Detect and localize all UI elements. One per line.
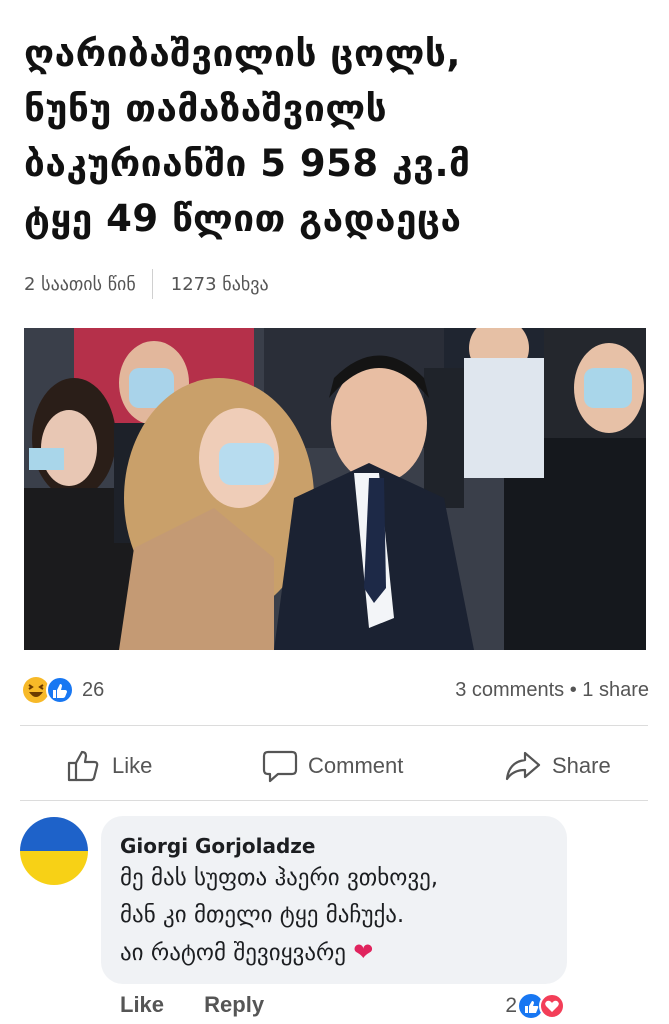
comment-line-text: აი რატომ შევიყვარე xyxy=(120,940,346,966)
comment-bubble[interactable]: Giorgi Gorjoladze მე მას სუფთა ჰაერი ვთხ… xyxy=(101,816,567,984)
comment-line: მე მას სუფთა ჰაერი ვთხოვე, xyxy=(120,865,439,891)
comment-item: Giorgi Gorjoladze მე მას სუფთა ჰაერი ვთხ… xyxy=(0,812,669,1024)
red-heart-icon: ❤ xyxy=(353,938,374,966)
comment-line-last: აი რატომ შევიყვარე ❤ xyxy=(120,934,438,972)
comment-reply-button[interactable]: Reply xyxy=(204,992,264,1017)
like-love-icons xyxy=(519,993,565,1019)
headline-line: ნუნუ თამაზაშვილს xyxy=(24,87,388,130)
avatar[interactable] xyxy=(20,817,88,885)
headline-line: ბაკურიანში 5 958 კვ.მ xyxy=(24,142,471,185)
headline-line: ღარიბაშვილის ცოლს, xyxy=(24,32,461,75)
divider xyxy=(20,800,648,801)
reaction-count[interactable]: 26 xyxy=(82,676,104,704)
reactions-summary[interactable]: 26 3 comments • 1 share xyxy=(0,668,669,712)
news-article[interactable]: ღარიბაშვილის ცოლს, ნუნუ თამაზაშვილს ბაკუ… xyxy=(0,0,669,662)
comment-label: Comment xyxy=(308,753,404,778)
separator-dot: • xyxy=(569,679,577,701)
thumbs-up-icon xyxy=(67,750,99,782)
comment-button[interactable]: Comment xyxy=(262,746,403,786)
photo-illustration xyxy=(24,328,646,650)
comment-line: მან კი მთელი ტყე მაჩუქა. xyxy=(120,902,405,928)
comments-shares-summary[interactable]: 3 comments • 1 share xyxy=(455,676,649,704)
comment-reaction-count: 2 xyxy=(505,994,517,1017)
share-arrow-icon xyxy=(505,751,541,781)
article-headline[interactable]: ღარიბაშვილის ცოლს, ნუნუ თამაზაშვილს ბაკუ… xyxy=(24,26,644,246)
article-time: 2 საათის წინ xyxy=(24,273,136,295)
headline-line: ტყე 49 წლით გადაეცა xyxy=(24,197,462,240)
like-label: Like xyxy=(112,753,153,778)
avatar-flag-blue xyxy=(20,817,88,851)
post-actions: Like Comment Share xyxy=(0,738,669,794)
comments-count[interactable]: 3 comments xyxy=(455,679,564,701)
avatar-flag-yellow xyxy=(20,851,88,885)
comment-icon xyxy=(262,750,298,783)
article-meta: 2 საათის წინ 1273 ნახვა xyxy=(24,268,269,300)
reaction-icons[interactable] xyxy=(22,676,76,704)
article-photo[interactable] xyxy=(24,328,646,650)
like-button[interactable]: Like xyxy=(66,746,152,786)
share-label: Share xyxy=(552,753,611,778)
shares-count[interactable]: 1 share xyxy=(582,679,649,701)
article-views: 1273 ნახვა xyxy=(170,273,269,295)
comment-like-button[interactable]: Like xyxy=(120,992,164,1017)
comment-actions: Like Reply xyxy=(120,992,298,1018)
comment-text: მე მას სუფთა ჰაერი ვთხოვე, მან კი მთელი … xyxy=(120,860,438,972)
comment-reactions[interactable]: 2 xyxy=(505,992,567,1020)
like-icon xyxy=(46,676,74,704)
meta-divider xyxy=(151,269,153,299)
haha-icon xyxy=(23,677,49,703)
share-button[interactable]: Share xyxy=(504,746,611,786)
comment-author[interactable]: Giorgi Gorjoladze xyxy=(120,834,316,858)
divider xyxy=(20,725,648,726)
